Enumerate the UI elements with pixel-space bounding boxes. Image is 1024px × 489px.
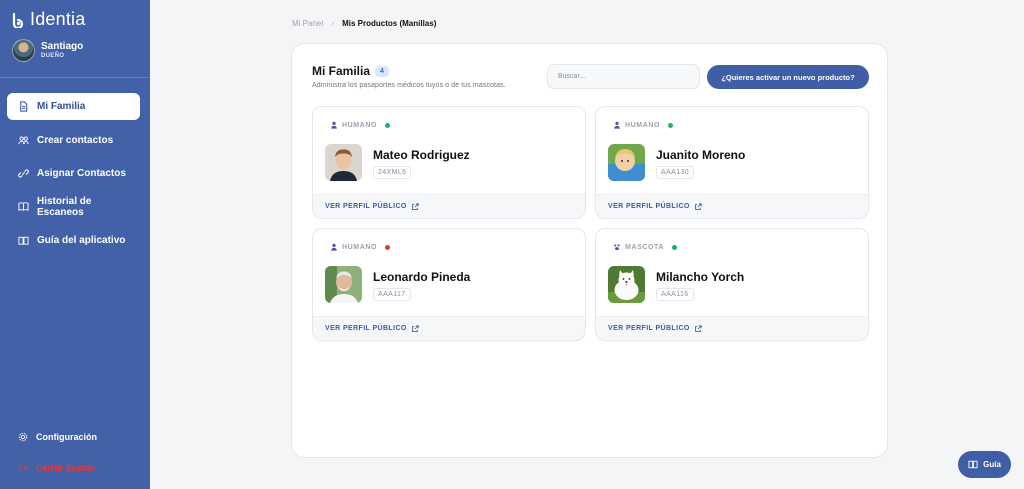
activate-product-button[interactable]: ¿Quieres activar un nuevo producto? [707,65,869,89]
profile-name: Juanito Moreno [656,148,746,162]
external-link-icon [411,202,419,210]
profile-photo [608,144,645,181]
sidebar: Identia Santiago DUEÑO Mi Familia Crear … [0,0,150,489]
view-public-profile-link[interactable]: VER PERFIL PÚBLICO [596,316,868,340]
external-link-icon [694,324,702,332]
link-icon [18,169,29,178]
count-badge: 4 [375,65,389,77]
profile-photo [608,266,645,303]
type-label: HUMANO [342,243,378,251]
breadcrumb-parent[interactable]: Mi Panel [292,19,323,28]
sidebar-item-label: Guía del aplicativo [37,235,126,246]
product-code: AAA130 [656,166,695,179]
sidebar-item-label: Mi Familia [37,101,86,112]
type-label: HUMANO [342,121,378,129]
product-code: 24XML6 [373,166,412,179]
chevron-right-icon: › [331,18,335,28]
product-code: AAA116 [656,288,694,301]
profile-card: HUMANO Juanito Moreno AAA130 VER PERFIL … [595,106,869,219]
status-dot [385,244,391,250]
main-panel: Mi Familia 4 Administra los pasaportes m… [291,43,888,458]
person-icon [331,121,337,129]
view-profile-label: VER PERFIL PÚBLICO [325,325,407,332]
user-role: DUEÑO [41,53,65,59]
user-name: Santiago [41,41,84,52]
profile-name: Leonardo Pineda [373,270,471,284]
book-icon [18,202,29,211]
product-code: AAA117 [373,288,411,301]
profile-photo [325,144,362,181]
page-title: Mi Familia [312,64,371,78]
view-profile-label: VER PERFIL PÚBLICO [608,203,690,210]
breadcrumb: Mi Panel › Mis Productos (Manillas) [292,18,436,28]
status-dot [672,244,678,250]
sidebar-item-label: Historial de Escaneos [37,195,92,218]
avatar [12,39,35,62]
profile-card: HUMANO Mateo Rodriguez 24XML6 VER PERFIL… [312,106,586,219]
logout-icon [19,464,28,472]
logout-link[interactable]: Cerrar Sesión [18,463,95,473]
page-header: Mi Familia 4 [312,64,389,78]
card-type: MASCOTA [613,243,678,251]
card-type: HUMANO [613,121,674,129]
logout-label: Cerrar Sesión [36,463,96,473]
view-profile-label: VER PERFIL PÚBLICO [325,203,407,210]
view-public-profile-link[interactable]: VER PERFIL PÚBLICO [313,194,585,218]
user-profile[interactable]: Santiago DUEÑO [12,39,83,62]
search-input[interactable] [547,64,700,89]
view-public-profile-link[interactable]: VER PERFIL PÚBLICO [313,316,585,340]
sidebar-item-mi-familia[interactable]: Mi Familia [7,93,140,120]
status-dot [668,122,674,128]
profile-photo [325,266,362,303]
identia-logo-icon [12,12,24,28]
book-open-icon [18,236,29,245]
view-public-profile-link[interactable]: VER PERFIL PÚBLICO [596,194,868,218]
sidebar-item-guia-aplicativo[interactable]: Guía del aplicativo [7,227,140,254]
card-type: HUMANO [330,121,391,129]
guide-label: Guía [983,460,1001,469]
contacts-icon [18,136,29,145]
type-label: HUMANO [625,121,661,129]
brand-logo[interactable]: Identia [11,9,85,30]
settings-label: Configuración [36,432,97,442]
external-link-icon [411,324,419,332]
settings-link[interactable]: Configuración [18,432,97,442]
person-icon [331,243,337,251]
document-icon [20,101,28,112]
sidebar-divider [0,77,150,78]
sidebar-item-label: Crear contactos [37,135,114,146]
type-label: MASCOTA [625,243,665,251]
gear-icon [18,432,28,442]
breadcrumb-current: Mis Productos (Manillas) [342,18,437,28]
guide-button[interactable]: Guía [958,451,1011,478]
sidebar-item-crear-contactos[interactable]: Crear contactos [7,127,140,154]
view-profile-label: VER PERFIL PÚBLICO [608,325,690,332]
paw-icon [614,244,620,251]
sidebar-item-asignar-contactos[interactable]: Asignar Contactos [7,160,140,187]
profile-name: Mateo Rodriguez [373,148,470,162]
profile-card: MASCOTA Milancho Yorch AAA116 VER PERFIL… [595,228,869,341]
book-open-icon [968,460,978,469]
external-link-icon [694,202,702,210]
person-icon [614,121,620,129]
status-dot [385,122,391,128]
sidebar-item-historial-escaneos[interactable]: Historial de Escaneos [7,193,140,220]
profile-card: HUMANO Leonardo Pineda AAA117 VER PERFIL… [312,228,586,341]
sidebar-item-label: Asignar Contactos [37,168,126,179]
card-type: HUMANO [330,243,391,251]
profile-name: Milancho Yorch [656,270,745,284]
page-subtitle: Administra los pasaportes médicos tuyos … [312,82,506,89]
brand-name: Identia [30,9,86,29]
